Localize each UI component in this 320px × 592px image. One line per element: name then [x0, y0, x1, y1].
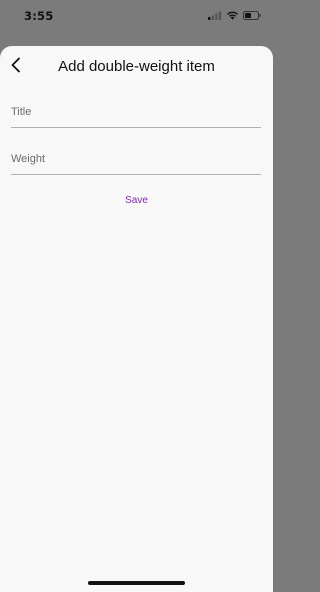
- sheet-header: Add double-weight item: [0, 46, 273, 88]
- status-time: 3:55: [24, 9, 54, 23]
- wifi-icon: [226, 11, 239, 20]
- title-input[interactable]: [11, 97, 261, 127]
- save-button[interactable]: Save: [107, 192, 167, 208]
- screen: 3:55 Add double-weight item Title Weight…: [0, 0, 273, 592]
- weight-input[interactable]: [11, 144, 261, 174]
- cellular-signal-icon: [208, 11, 222, 20]
- status-bar: 3:55: [0, 0, 273, 36]
- home-indicator: [88, 581, 185, 585]
- weight-field[interactable]: [11, 144, 261, 175]
- add-item-sheet: Add double-weight item Save: [0, 46, 273, 592]
- status-icons: [208, 11, 261, 20]
- sheet-title: Add double-weight item: [58, 58, 215, 75]
- title-field[interactable]: [11, 97, 261, 128]
- battery-icon: [243, 11, 261, 20]
